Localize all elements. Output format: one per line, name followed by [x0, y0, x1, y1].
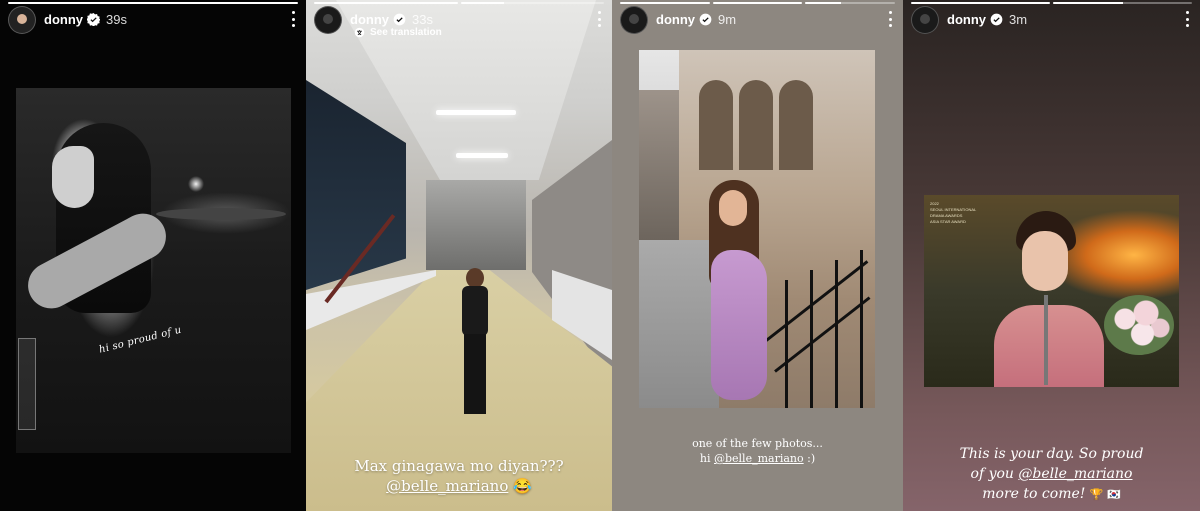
story-caption: This is your day. So proud of you @belle…: [903, 444, 1200, 505]
story-caption: one of the few photos... hi @belle_maria…: [612, 436, 903, 466]
see-translation-label: See translation: [370, 27, 442, 38]
story-header: donny 3m: [911, 6, 1194, 34]
story-progress: [314, 2, 604, 4]
username[interactable]: donny: [656, 12, 695, 27]
laughing-emoji: 😂: [513, 477, 532, 495]
story-1[interactable]: donny 39s hi so proud of u: [0, 0, 306, 511]
mention-link[interactable]: @belle_mariano: [386, 477, 508, 495]
username[interactable]: donny: [947, 12, 986, 27]
story-strip: donny 39s hi so proud of u donny 33s See…: [0, 0, 1200, 511]
timestamp: 39s: [106, 11, 127, 27]
avatar[interactable]: [620, 6, 648, 34]
trophy-flag-emoji: 🏆 🇰🇷: [1089, 488, 1121, 501]
caption-line: one of the few photos...: [692, 437, 823, 450]
username[interactable]: donny: [44, 12, 83, 27]
timestamp: 9m: [718, 11, 737, 27]
mention-link[interactable]: @belle_mariano: [714, 452, 804, 465]
more-options-icon[interactable]: [1180, 10, 1194, 28]
story-photo: 2022 SEOUL INTERNATIONAL DRAMA AWARDS AS…: [924, 195, 1179, 387]
story-progress: [620, 2, 896, 4]
see-translation-link[interactable]: See translation: [354, 27, 442, 38]
caption-line: This is your day. So proud: [959, 446, 1144, 462]
story-progress: [8, 2, 298, 4]
avatar[interactable]: [911, 6, 939, 34]
caption-line: @belle_mariano 😂: [306, 476, 612, 496]
verified-badge-icon: [393, 13, 406, 25]
timestamp: 3m: [1009, 11, 1028, 27]
story-caption: Max ginagawa mo diyan??? @belle_mariano …: [306, 456, 612, 496]
story-photo: [639, 50, 875, 408]
story-progress: [911, 2, 1192, 4]
more-options-icon[interactable]: [883, 10, 897, 28]
story-header: donny 39s: [8, 6, 300, 34]
caption-line: of you @belle_mariano: [970, 466, 1133, 482]
avatar[interactable]: [314, 6, 342, 34]
timestamp: 33s: [412, 11, 433, 27]
award-text: 2022 SEOUL INTERNATIONAL DRAMA AWARDS AS…: [930, 201, 977, 224]
story-2[interactable]: donny 33s See translation Max ginagawa m…: [306, 0, 612, 511]
story-photo: [306, 0, 612, 511]
translate-icon: [354, 27, 365, 38]
story-3[interactable]: donny 9m one of the few photos... hi @be…: [612, 0, 903, 511]
avatar[interactable]: [8, 6, 36, 34]
verified-badge-icon: [990, 13, 1003, 25]
story-photo: [16, 88, 291, 453]
verified-badge-icon: [699, 13, 712, 25]
verified-badge-icon: [87, 12, 100, 26]
caption-line: Max ginagawa mo diyan???: [354, 457, 564, 475]
mention-link[interactable]: @belle_mariano: [1018, 466, 1132, 482]
story-header: donny 9m: [620, 6, 897, 34]
username[interactable]: donny: [350, 12, 389, 27]
caption-line: more to come! 🏆 🇰🇷: [982, 486, 1121, 502]
story-4[interactable]: donny 3m 2022 SEOUL INTERNATIONAL DRAMA …: [903, 0, 1200, 511]
caption-line: hi @belle_mariano :): [699, 452, 816, 465]
more-options-icon[interactable]: [286, 10, 300, 28]
more-options-icon[interactable]: [592, 10, 606, 28]
